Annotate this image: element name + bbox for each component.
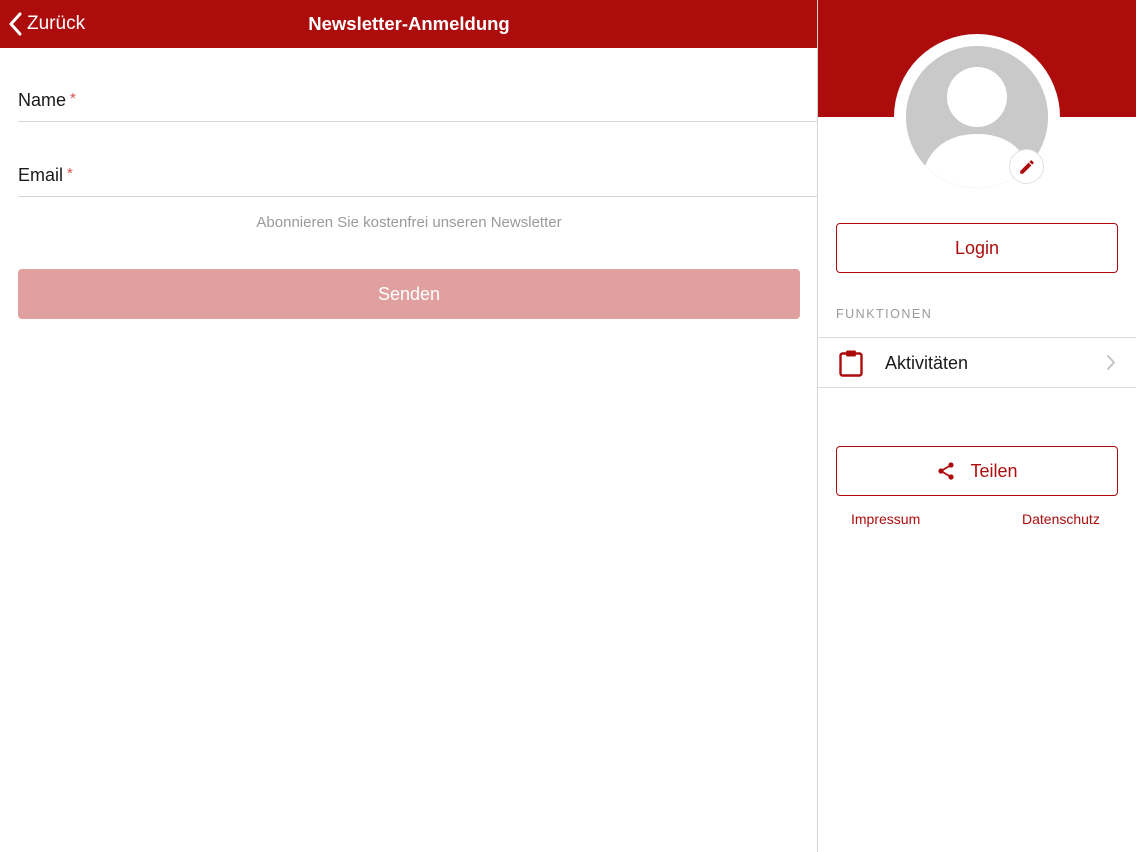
chevron-right-icon — [1107, 355, 1115, 370]
login-button-label: Login — [954, 237, 1000, 258]
datenschutz-link[interactable]: Datenschutz — [1022, 511, 1100, 527]
share-button[interactable]: Teilen — [836, 446, 1118, 496]
login-button[interactable]: Login — [836, 223, 1118, 273]
newsletter-hint: Abonnieren Sie kostenfrei unseren Newsle… — [256, 214, 562, 231]
section-title-functions: FUNKTIONEN — [836, 307, 933, 321]
send-button[interactable]: Senden — [18, 269, 800, 319]
share-button-label: Teilen — [970, 460, 1018, 481]
share-icon — [938, 462, 955, 480]
newsletter-page: Zurück Newsletter-Anmeldung Name * Email *… — [0, 0, 818, 852]
name-field[interactable]: Name * — [18, 82, 818, 122]
edit-avatar-button[interactable] — [1009, 149, 1044, 184]
name-label: Name * — [18, 90, 76, 111]
required-marker: * — [70, 90, 76, 107]
menu-item-label: Aktivitäten — [885, 353, 969, 373]
menu-item-aktivitaeten[interactable]: Aktivitäten — [818, 337, 1136, 388]
side-panel: Login FUNKTIONEN Aktivitäten Teilen Impr… — [818, 0, 1136, 852]
email-input[interactable] — [108, 161, 808, 191]
clipboard-icon — [839, 350, 863, 377]
name-input[interactable] — [108, 86, 808, 116]
email-label-text: Email — [18, 165, 64, 185]
required-marker: * — [67, 165, 73, 182]
name-label-text: Name — [18, 90, 67, 110]
email-field[interactable]: Email * — [18, 157, 818, 197]
impressum-link[interactable]: Impressum — [851, 511, 920, 527]
navigation-bar: Zurück Newsletter-Anmeldung — [0, 0, 818, 48]
pencil-icon — [1019, 159, 1034, 174]
page-title: Newsletter-Anmeldung — [308, 13, 510, 34]
send-button-label: Senden — [377, 283, 441, 304]
email-label: Email * — [18, 165, 73, 186]
